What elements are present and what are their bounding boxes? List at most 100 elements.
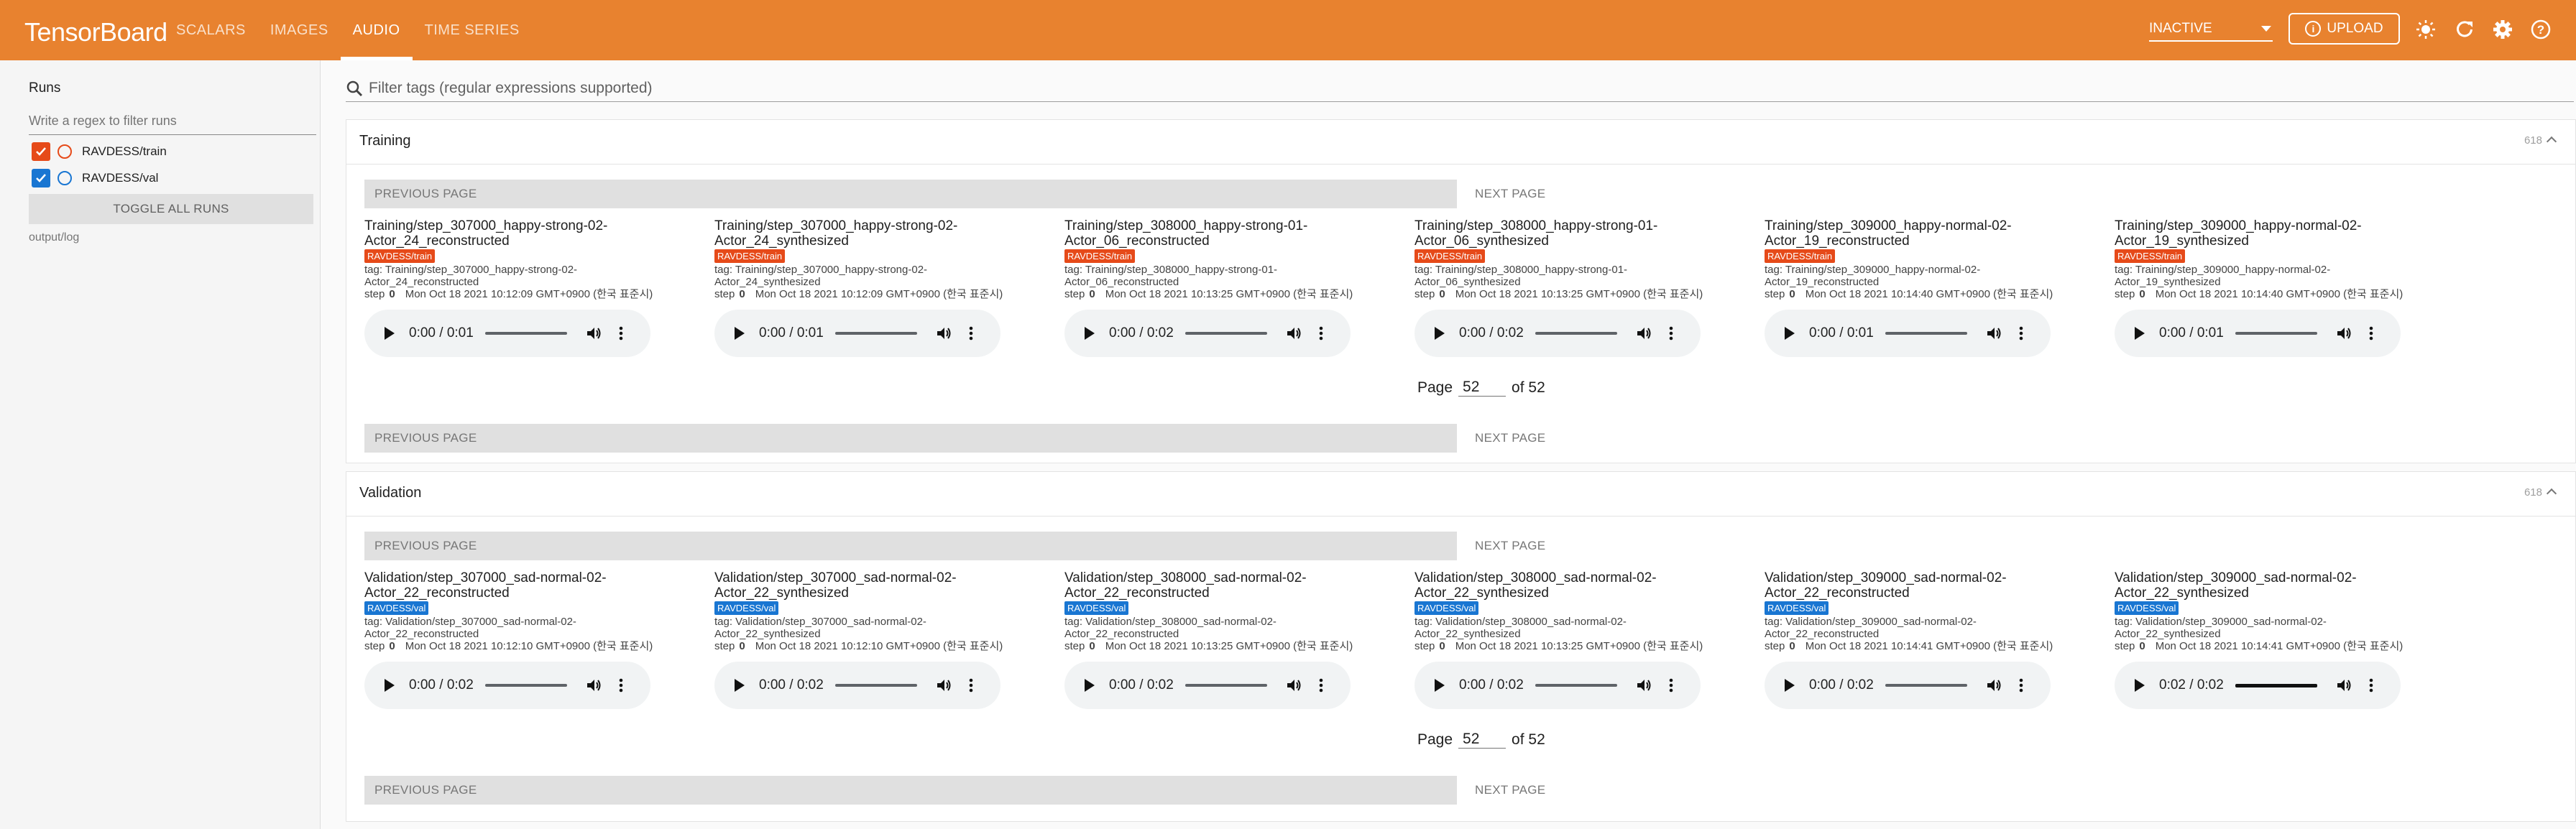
previous-page-button[interactable]: PREVIOUS PAGE [364, 532, 1457, 560]
volume-icon[interactable] [1635, 677, 1652, 698]
more-vert-icon[interactable] [617, 677, 625, 697]
play-icon[interactable] [1085, 327, 1095, 340]
timestamp: Mon Oct 18 2021 10:13:25 GMT+0900 (한국 표준… [1105, 288, 1353, 300]
audio-card-title: Validation/step_308000_sad-normal-02-Act… [1064, 570, 1307, 601]
section-header[interactable]: Validation 618 [346, 472, 2575, 517]
upload-button[interactable]: i UPLOAD [2288, 13, 2400, 45]
seek-slider[interactable] [1885, 684, 1967, 687]
volume-icon[interactable] [2335, 325, 2352, 346]
more-vert-icon[interactable] [1668, 325, 1675, 345]
run-filter-input[interactable]: Write a regex to filter runs [29, 109, 316, 135]
more-vert-icon[interactable] [2018, 325, 2025, 345]
previous-page-button[interactable]: PREVIOUS PAGE [364, 776, 1457, 805]
tab-scalars[interactable]: SCALARS [164, 0, 258, 60]
seek-slider[interactable] [485, 332, 567, 335]
more-vert-icon[interactable] [2018, 677, 2025, 697]
seek-slider[interactable] [835, 684, 917, 687]
more-vert-icon[interactable] [967, 677, 975, 697]
help-icon[interactable]: ? [2529, 17, 2553, 42]
volume-icon[interactable] [1285, 677, 1302, 698]
run-badge: RAVDESS/val [364, 601, 429, 615]
upload-label: UPLOAD [2327, 21, 2383, 36]
seek-slider[interactable] [1535, 332, 1617, 335]
plugin-select[interactable]: INACTIVE [2149, 17, 2273, 42]
play-icon[interactable] [385, 327, 395, 340]
page-indicator: Page 52 of 52 [1417, 376, 1545, 397]
play-icon[interactable] [2135, 327, 2145, 340]
seek-slider[interactable] [485, 684, 567, 687]
run-badge: RAVDESS/train [1064, 249, 1136, 263]
play-icon[interactable] [735, 327, 745, 340]
play-icon[interactable] [1785, 327, 1795, 340]
more-vert-icon[interactable] [1317, 325, 1325, 345]
run-row-val[interactable]: RAVDESS/val [32, 167, 158, 189]
play-icon[interactable] [1435, 679, 1445, 692]
toggle-all-runs-button[interactable]: TOGGLE ALL RUNS [29, 194, 313, 224]
volume-icon[interactable] [1635, 325, 1652, 346]
tab-time-series[interactable]: TIME SERIES [413, 0, 532, 60]
refresh-icon[interactable] [2452, 17, 2477, 42]
audio-player: 0:00 / 0:02 [1414, 662, 1701, 709]
more-vert-icon[interactable] [1668, 677, 1675, 697]
tab-images[interactable]: IMAGES [258, 0, 341, 60]
next-page-button[interactable]: NEXT PAGE [1475, 180, 1545, 208]
timestamp: Mon Oct 18 2021 10:12:09 GMT+0900 (한국 표준… [755, 288, 1003, 300]
step-label: step [1765, 288, 1785, 300]
step-line: step 0 Mon Oct 18 2021 10:14:41 GMT+0900… [1765, 640, 2110, 652]
seek-slider[interactable] [1185, 332, 1267, 335]
chevron-up-icon[interactable] [2546, 488, 2557, 499]
tab-audio[interactable]: AUDIO [340, 0, 413, 60]
next-page-button[interactable]: NEXT PAGE [1475, 776, 1545, 805]
next-page-button[interactable]: NEXT PAGE [1475, 532, 1545, 560]
volume-icon[interactable] [1985, 325, 2002, 346]
player-time: 0:00 / 0:01 [409, 325, 474, 341]
seek-slider[interactable] [2235, 684, 2317, 687]
val-color-circle-icon[interactable] [58, 171, 72, 185]
tag-filter-input[interactable]: Filter tags (regular expressions support… [346, 75, 2574, 102]
play-icon[interactable] [1785, 679, 1795, 692]
volume-icon[interactable] [585, 677, 602, 698]
brightness-icon[interactable] [2414, 17, 2438, 42]
volume-icon[interactable] [585, 325, 602, 346]
page-number-input[interactable]: 52 [1458, 728, 1506, 749]
volume-icon[interactable] [935, 325, 952, 346]
val-checkbox[interactable] [32, 169, 50, 187]
page-number-input[interactable]: 52 [1458, 376, 1506, 397]
play-icon[interactable] [735, 679, 745, 692]
previous-page-button[interactable]: PREVIOUS PAGE [364, 180, 1457, 208]
step-line: step 0 Mon Oct 18 2021 10:14:40 GMT+0900… [1765, 288, 2110, 300]
volume-icon[interactable] [935, 677, 952, 698]
seek-slider[interactable] [1535, 684, 1617, 687]
volume-icon[interactable] [1985, 677, 2002, 698]
play-icon[interactable] [1085, 679, 1095, 692]
next-page-button[interactable]: NEXT PAGE [1475, 424, 1545, 453]
train-checkbox[interactable] [32, 142, 50, 161]
run-badge: RAVDESS/val [2115, 601, 2179, 615]
more-vert-icon[interactable] [2368, 325, 2375, 345]
audio-player: 0:00 / 0:02 [1765, 662, 2051, 709]
volume-icon[interactable] [2335, 677, 2352, 698]
play-icon[interactable] [385, 679, 395, 692]
seek-slider[interactable] [835, 332, 917, 335]
seek-slider[interactable] [1885, 332, 1967, 335]
seek-slider[interactable] [1185, 684, 1267, 687]
play-icon[interactable] [2135, 679, 2145, 692]
previous-page-button[interactable]: PREVIOUS PAGE [364, 424, 1457, 453]
train-color-circle-icon[interactable] [58, 144, 72, 159]
run-row-train[interactable]: RAVDESS/train [32, 141, 167, 162]
run-badge: RAVDESS/train [1414, 249, 1486, 263]
section-header[interactable]: Training 618 [346, 120, 2575, 165]
volume-icon[interactable] [1285, 325, 1302, 346]
more-vert-icon[interactable] [617, 325, 625, 345]
more-vert-icon[interactable] [1317, 677, 1325, 697]
player-time: 0:00 / 0:01 [2159, 325, 2224, 341]
seek-slider[interactable] [2235, 332, 2317, 335]
more-vert-icon[interactable] [2368, 677, 2375, 697]
step-label: step [1765, 640, 1785, 652]
chevron-up-icon[interactable] [2546, 136, 2557, 147]
settings-icon[interactable] [2490, 17, 2515, 42]
more-vert-icon[interactable] [967, 325, 975, 345]
audio-tag: tag: Validation/step_309000_sad-normal-0… [1765, 616, 1977, 640]
play-icon[interactable] [1435, 327, 1445, 340]
audio-tag: tag: Training/step_308000_happy-strong-0… [1064, 264, 1278, 288]
